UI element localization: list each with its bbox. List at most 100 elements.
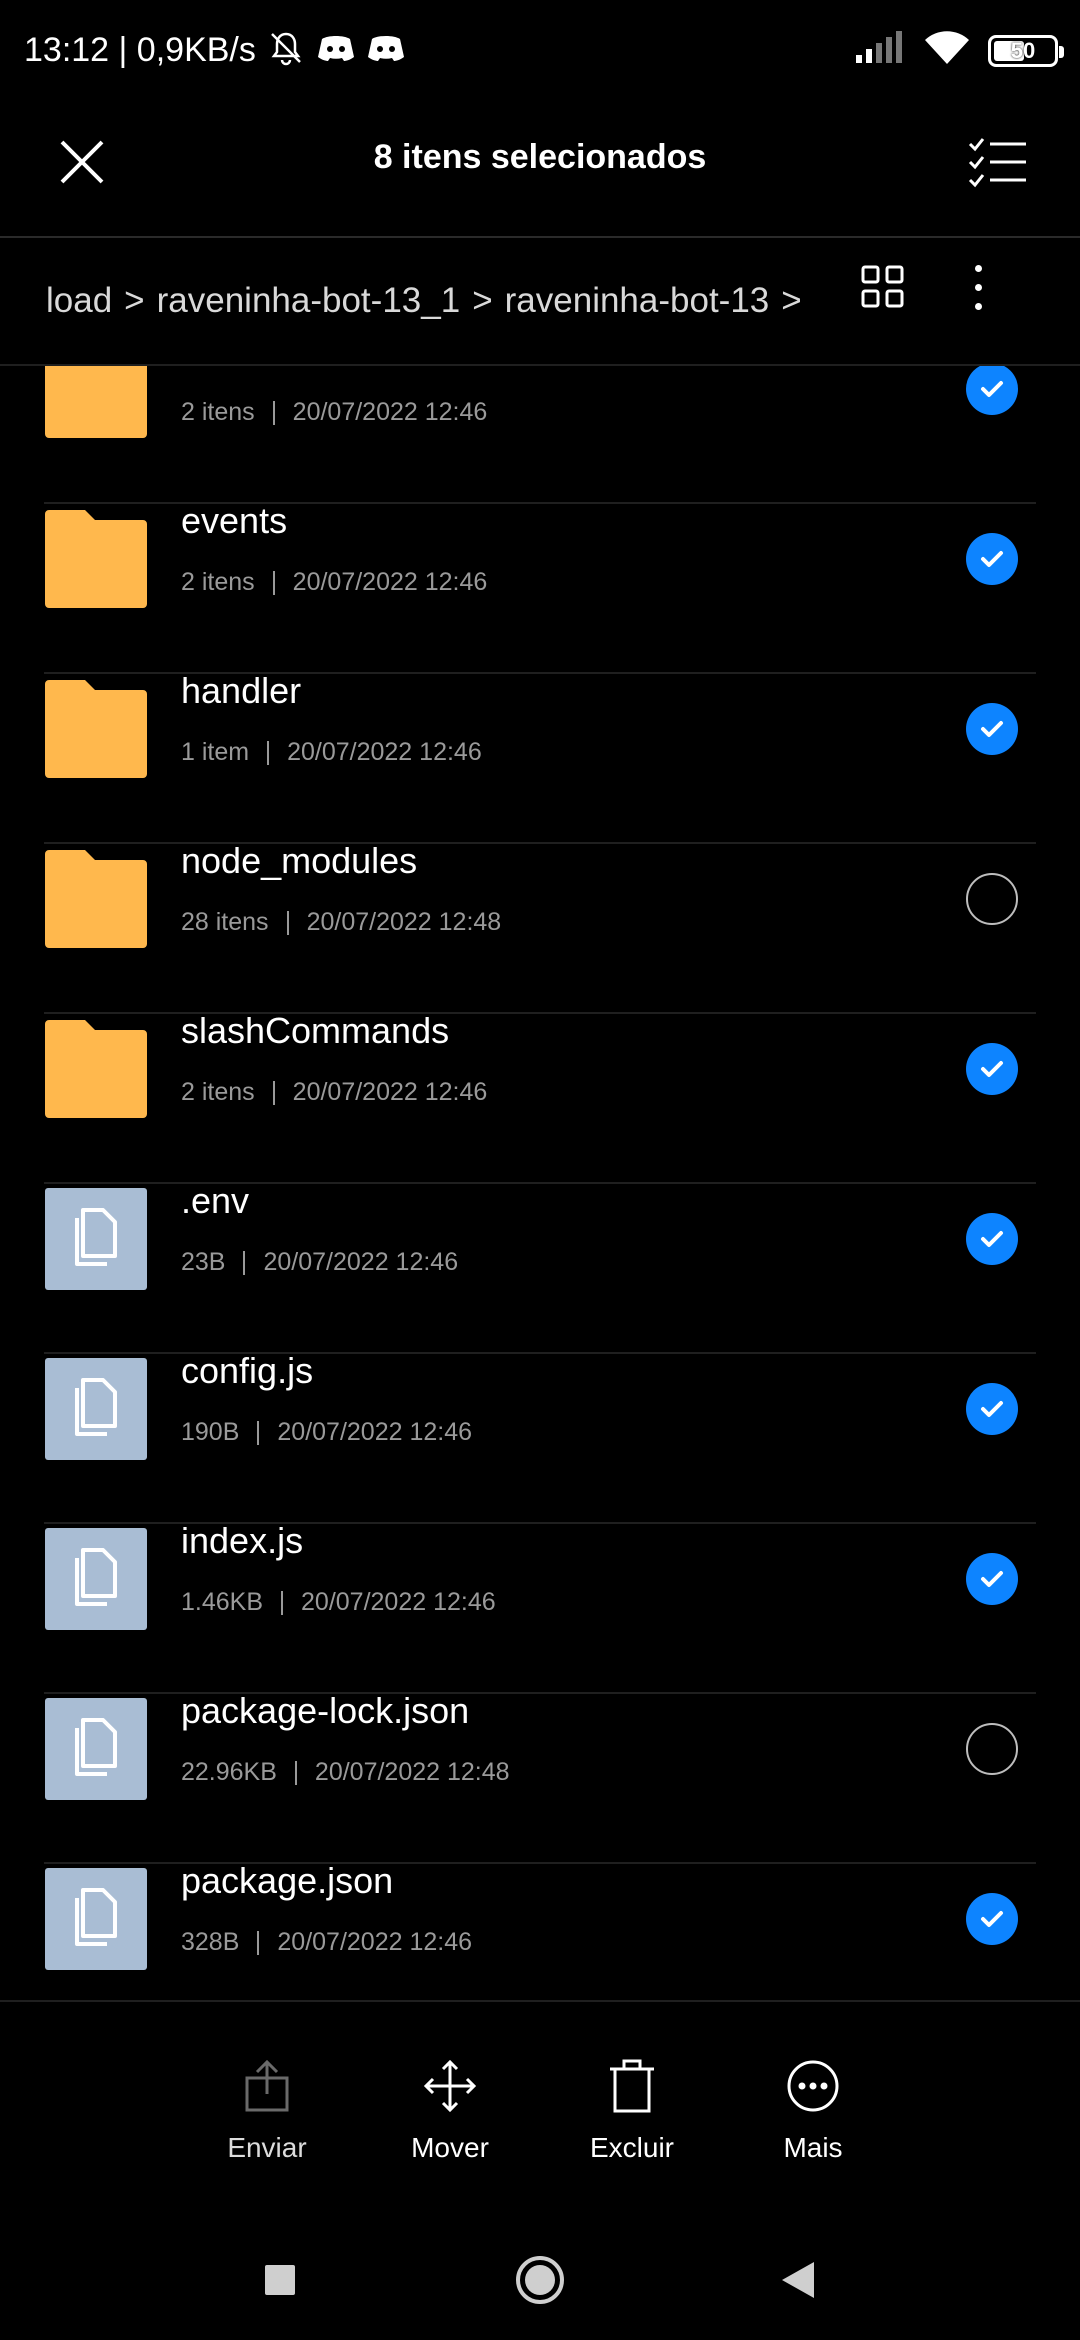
selected-checkbox[interactable]	[966, 703, 1018, 755]
discord-icon	[316, 31, 356, 70]
delete-icon	[562, 2058, 702, 2114]
send-button[interactable]: Enviar	[197, 2058, 337, 2164]
status-right: 50	[854, 30, 1064, 71]
check-icon	[981, 1061, 1003, 1077]
item-date: 20/07/2022 12:46	[301, 1588, 496, 1616]
check-icon	[981, 381, 1003, 397]
selected-checkbox[interactable]	[966, 1893, 1018, 1945]
item-name: node_modules	[181, 840, 418, 881]
check-icon	[981, 551, 1003, 567]
folder-row[interactable]: node_modules 28 itens 20/07/2022 12:48	[0, 840, 1080, 1014]
recents-button[interactable]	[250, 2250, 310, 2310]
battery-level: 50	[1010, 37, 1036, 63]
item-date: 20/07/2022 12:48	[314, 1758, 510, 1786]
file-row[interactable]: .env 23B 20/07/2022 12:46	[0, 1180, 1080, 1354]
folder-icon	[45, 848, 147, 950]
folder-icon	[45, 678, 147, 780]
more-actions-button[interactable]: Mais	[743, 2058, 883, 2164]
move-button[interactable]: Mover	[380, 2058, 520, 2164]
item-name: config.js	[181, 1350, 314, 1391]
item-name: commands	[181, 366, 357, 372]
selection-title-bar: 8 itens selecionados	[0, 100, 1080, 238]
more-horizontal-icon	[743, 2058, 883, 2114]
folder-row[interactable]: events 2 itens 20/07/2022 12:46	[0, 500, 1080, 674]
selected-checkbox[interactable]	[966, 1553, 1018, 1605]
selected-checkbox[interactable]	[966, 1213, 1018, 1265]
back-icon	[782, 2262, 814, 2298]
file-icon	[45, 1188, 147, 1290]
select-all-button[interactable]	[956, 120, 1040, 204]
unselected-checkbox[interactable]	[966, 1723, 1018, 1775]
item-info: 2 itens	[181, 398, 255, 426]
breadcrumb-bar: load > raveninha-bot-13_1 > raveninha-bo…	[0, 238, 1080, 366]
home-icon	[516, 2256, 564, 2304]
file-row[interactable]: config.js 190B 20/07/2022 12:46	[0, 1350, 1080, 1524]
breadcrumb-item[interactable]: load	[46, 281, 112, 321]
check-icon	[981, 1571, 1003, 1587]
file-icon	[45, 1528, 147, 1630]
move-icon	[380, 2058, 520, 2114]
item-info: 1 item	[181, 738, 250, 766]
folder-row[interactable]: commands 2 itens 20/07/2022 12:46	[0, 366, 1080, 504]
meta-divider	[281, 1590, 284, 1615]
file-row[interactable]: package.json 328B 20/07/2022 12:46	[0, 1860, 1080, 1998]
delete-button[interactable]: Excluir	[562, 2058, 702, 2164]
delete-label: Excluir	[589, 2132, 674, 2163]
item-meta: 22.96KB 20/07/2022 12:48	[181, 1758, 510, 1787]
item-meta: 2 itens 20/07/2022 12:46	[181, 398, 487, 427]
selected-checkbox[interactable]	[966, 533, 1018, 585]
check-icon	[981, 721, 1003, 737]
file-row[interactable]: index.js 1.46KB 20/07/2022 12:46	[0, 1520, 1080, 1694]
breadcrumb-item[interactable]: raveninha-bot-13_1	[157, 281, 461, 321]
item-name: slashCommands	[181, 1010, 450, 1051]
selected-checkbox[interactable]	[966, 1043, 1018, 1095]
item-meta: 2 itens 20/07/2022 12:46	[181, 568, 487, 597]
folder-row[interactable]: slashCommands 2 itens 20/07/2022 12:46	[0, 1010, 1080, 1184]
meta-divider	[272, 570, 275, 595]
selected-checkbox[interactable]	[966, 366, 1018, 415]
item-meta: 1 item 20/07/2022 12:46	[181, 738, 482, 767]
item-name: .env	[181, 1180, 250, 1221]
home-button[interactable]	[510, 2250, 570, 2310]
view-toggle-button[interactable]	[858, 262, 908, 312]
signal-icon	[854, 31, 906, 70]
item-name: handler	[181, 670, 302, 711]
unselected-checkbox[interactable]	[966, 873, 1018, 925]
item-date: 20/07/2022 12:46	[277, 1928, 473, 1956]
folder-row[interactable]: handler 1 item 20/07/2022 12:46	[0, 670, 1080, 844]
meta-divider	[243, 1250, 246, 1275]
item-meta: 328B 20/07/2022 12:46	[181, 1928, 472, 1957]
file-list: commands2 itens20/07/2022 12:46events2 i…	[0, 366, 1080, 1998]
folder-icon	[45, 508, 147, 610]
back-button[interactable]	[768, 2250, 828, 2310]
folder-icon	[45, 1018, 147, 1120]
item-name: package.json	[181, 1860, 394, 1901]
wifi-icon	[924, 30, 970, 71]
breadcrumb-separator: >	[781, 281, 802, 320]
item-info: 28 itens	[181, 908, 269, 936]
item-info: 1.46KB	[181, 1588, 264, 1616]
file-icon	[45, 1698, 147, 1800]
meta-divider	[267, 740, 270, 765]
item-info: 22.96KB	[181, 1758, 277, 1786]
file-row[interactable]: package-lock.json 22.96KB 20/07/2022 12:48	[0, 1690, 1080, 1864]
selected-checkbox[interactable]	[966, 1383, 1018, 1435]
item-name: events	[181, 500, 288, 541]
meta-divider	[257, 1930, 260, 1955]
folder-icon	[45, 366, 147, 440]
select-all-icon	[968, 138, 1026, 188]
file-icon	[45, 1868, 147, 1970]
breadcrumb-separator: >	[472, 281, 493, 320]
more-options-button[interactable]	[958, 252, 998, 322]
more-label: Mais	[783, 2132, 843, 2163]
breadcrumb-item[interactable]: raveninha-bot-13	[505, 281, 770, 321]
meta-divider	[272, 400, 275, 425]
item-info: 23B	[181, 1248, 226, 1276]
item-date: 20/07/2022 12:46	[292, 1078, 488, 1106]
grid-view-icon	[861, 265, 904, 308]
item-meta: 1.46KB 20/07/2022 12:46	[181, 1588, 496, 1617]
recents-icon	[265, 2265, 295, 2295]
meta-divider	[257, 1420, 260, 1445]
notifications-off-icon	[266, 28, 306, 73]
status-left: 13:12 | 0,9KB/s	[24, 28, 406, 73]
